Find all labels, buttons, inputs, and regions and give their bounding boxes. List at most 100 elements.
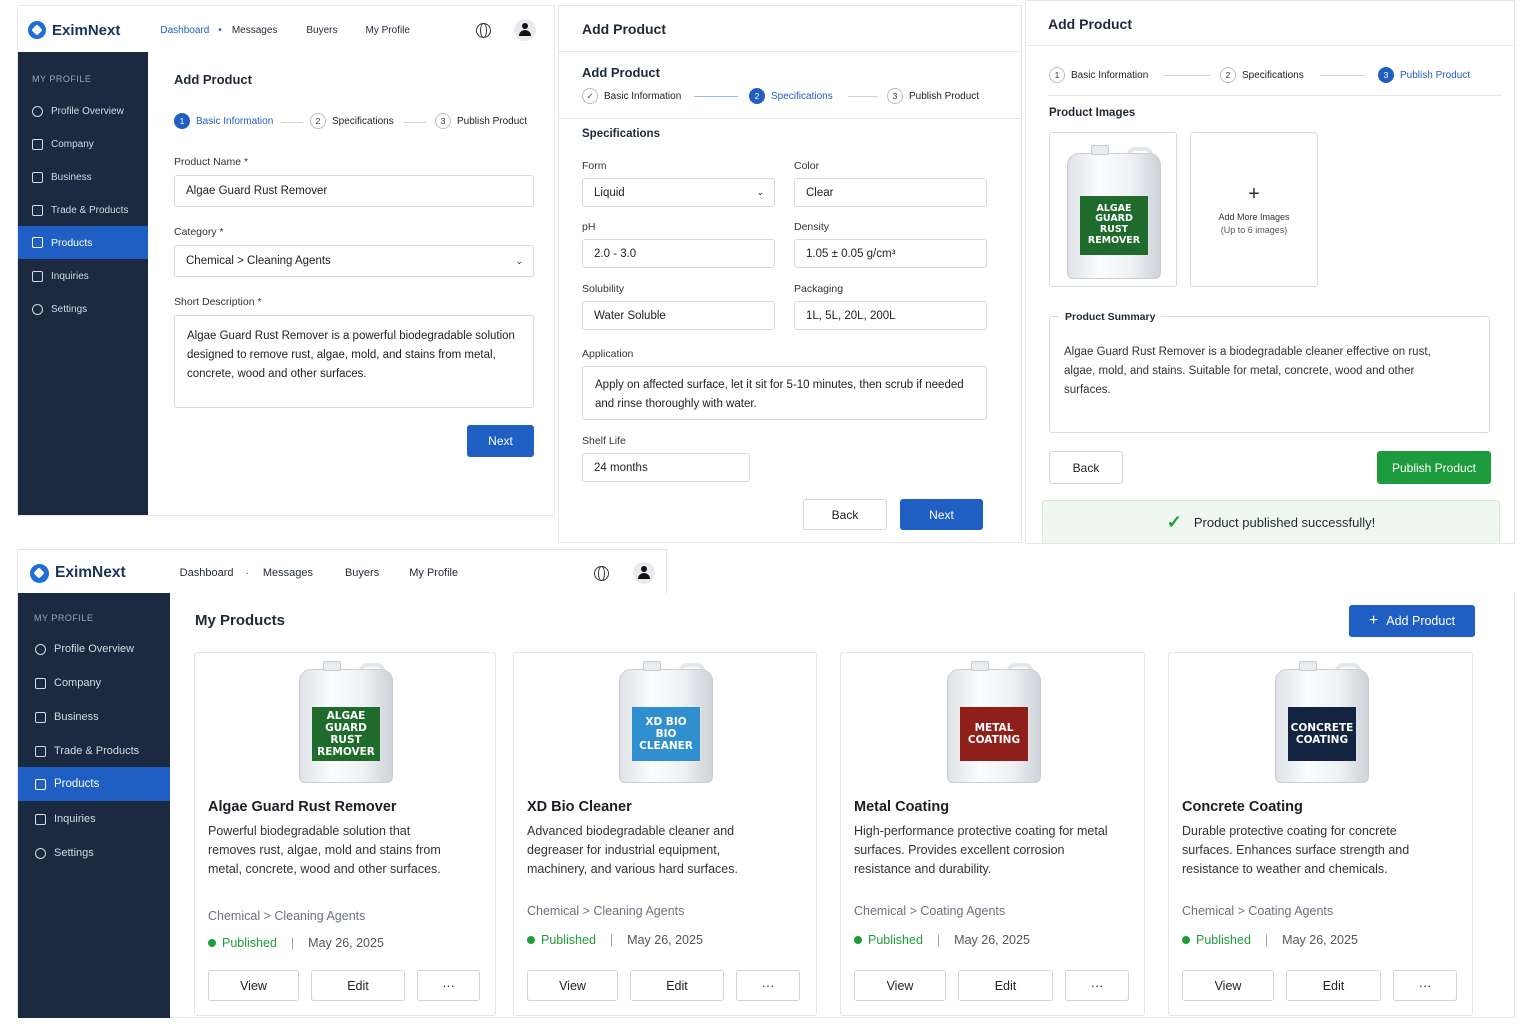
category-select[interactable]: Chemical > Cleaning Agents ⌄ [174,245,534,277]
globe-icon[interactable] [475,22,491,38]
jug-label: CONCRETE COATING [1288,707,1356,762]
product-name: Concrete Coating [1182,799,1303,815]
globe-icon[interactable] [594,565,610,581]
more-options-button[interactable]: ··· [417,970,480,1001]
sidebar-item-company[interactable]: Company [18,133,148,155]
publish-product-button[interactable]: Publish Product [1377,451,1491,484]
edit-button[interactable]: Edit [958,970,1053,1001]
next-button[interactable]: Next [467,425,534,457]
status-dot-icon [854,936,862,944]
next-button[interactable]: Next [900,499,983,530]
step-specifications[interactable]: 2 Specifications [1220,67,1304,83]
color-input[interactable]: Clear [794,178,987,207]
step-number: 1 [1049,67,1065,83]
step-specifications[interactable]: 2 Specifications [310,113,394,129]
sidebar-item-label: Business [54,711,99,723]
product-image-tile[interactable]: ALGAE GUARD RUST REMOVER [1049,132,1177,287]
sidebar-item-label: Trade & Products [51,204,129,216]
application-textarea[interactable]: Apply on affected surface, let it sit fo… [582,366,987,420]
density-input[interactable]: 1.05 ± 0.05 g/cm³ [794,239,987,268]
add-product-button[interactable]: + Add Product [1349,605,1475,637]
step-divider [1320,75,1366,76]
step-label: Basic Information [604,90,682,102]
nav-dot-icon: • [218,24,222,36]
page-title: Add Product [582,65,660,80]
sidebar-item-business[interactable]: Business [18,706,170,728]
nav-my-profile[interactable]: My Profile [366,25,410,36]
nav-messages[interactable]: Messages [263,567,313,579]
check-icon: ✓ [1166,512,1182,532]
sidebar-item-trade-products[interactable]: Trade & Products [18,740,170,762]
nav-buyers[interactable]: Buyers [306,25,337,36]
nav-my-profile[interactable]: My Profile [409,567,458,579]
nav-dashboard[interactable]: Dashboard [160,25,209,36]
sidebar-heading: MY PROFILE [34,613,94,623]
step-publish-product[interactable]: 3 Publish Product [887,88,979,104]
back-button[interactable]: Back [803,499,887,530]
more-options-button[interactable]: ··· [1393,970,1457,1001]
more-options-button[interactable]: ··· [1065,970,1129,1001]
product-name-input[interactable]: Algae Guard Rust Remover [174,175,534,207]
product-card[interactable]: ALGAE GUARD RUST REMOVER Algae Guard Rus… [194,652,496,1016]
view-button[interactable]: View [527,970,618,1001]
step-number: 3 [887,88,903,104]
product-category: Chemical > Coating Agents [854,904,1006,918]
nav-messages[interactable]: Messages [232,25,278,36]
edit-button[interactable]: Edit [1286,970,1381,1001]
solubility-input[interactable]: Water Soluble [582,301,775,330]
sidebar-item-products[interactable]: Products [18,767,170,801]
step-basic-information[interactable]: 1 Basic Information [1049,67,1148,83]
nav-buyers[interactable]: Buyers [345,567,379,579]
page-title: Add Product [174,72,252,87]
add-more-images-tile[interactable]: + Add More Images (Up to 6 images) [1190,132,1318,287]
more-options-button[interactable]: ··· [736,970,800,1001]
sidebar-item-label: Trade & Products [54,745,140,757]
sidebar-item-profile-overview[interactable]: Profile Overview [18,100,148,122]
step-specifications[interactable]: 2 Specifications [749,88,833,104]
sidebar-item-business[interactable]: Business [18,166,148,188]
product-card[interactable]: XD BIO BIO CLEANER XD Bio Cleaner Advanc… [513,652,817,1016]
panel-header: Add Product [582,21,666,37]
briefcase-icon [35,711,46,723]
avatar[interactable] [513,19,536,41]
sidebar-item-trade-products[interactable]: Trade & Products [18,199,148,221]
product-card[interactable]: CONCRETE COATING Concrete Coating Durabl… [1168,652,1473,1016]
sidebar-item-inquiries[interactable]: Inquiries [18,265,148,287]
product-name: XD Bio Cleaner [527,799,632,815]
brand-name: EximNext [55,564,126,581]
step-publish-product[interactable]: 3 Publish Product [435,113,527,129]
sidebar-item-products[interactable]: Products [18,226,148,259]
step-publish-product[interactable]: 3 Publish Product [1378,67,1470,83]
sidebar-item-label: Settings [54,847,94,859]
avatar[interactable] [633,562,656,584]
step-basic-information[interactable]: 1 Basic Information [174,113,273,129]
sidebar-item-settings[interactable]: Settings [18,298,148,320]
packaging-input[interactable]: 1L, 5L, 20L, 200L [794,301,987,330]
view-button[interactable]: View [854,970,946,1001]
short-description-textarea[interactable]: Algae Guard Rust Remover is a powerful b… [174,315,534,408]
product-description: High-performance protective coating for … [854,824,1108,876]
add-more-sublabel: (Up to 6 images) [1220,225,1288,235]
nav-dashboard[interactable]: Dashboard [180,567,234,579]
shelf-life-input[interactable]: 24 months [582,453,750,482]
sidebar-item-label: Company [54,677,102,689]
form-select[interactable]: Liquid ⌄ [582,178,775,207]
step-basic-information[interactable]: ✓ Basic Information [582,88,681,104]
view-button[interactable]: View [1182,970,1274,1001]
sidebar-item-profile-overview[interactable]: Profile Overview [18,638,170,660]
back-button[interactable]: Back [1049,451,1123,484]
sidebar-item-company[interactable]: Company [18,672,170,694]
inbox-icon [35,813,46,825]
published-date: May 26, 2025 [954,933,1030,947]
ph-input[interactable]: 2.0 - 3.0 [582,239,775,268]
jug-label-line1: CONCRETE [1290,722,1354,735]
shelf-life-value: 24 months [594,461,648,474]
view-button[interactable]: View [208,970,299,1001]
header-divider [1026,45,1514,46]
product-card[interactable]: METAL COATING Metal Coating High-perform… [840,652,1145,1016]
edit-button[interactable]: Edit [630,970,724,1001]
sidebar-item-inquiries[interactable]: Inquiries [18,808,170,830]
edit-button[interactable]: Edit [311,970,405,1001]
step-divider [1164,75,1210,76]
sidebar-item-settings[interactable]: Settings [18,842,170,864]
